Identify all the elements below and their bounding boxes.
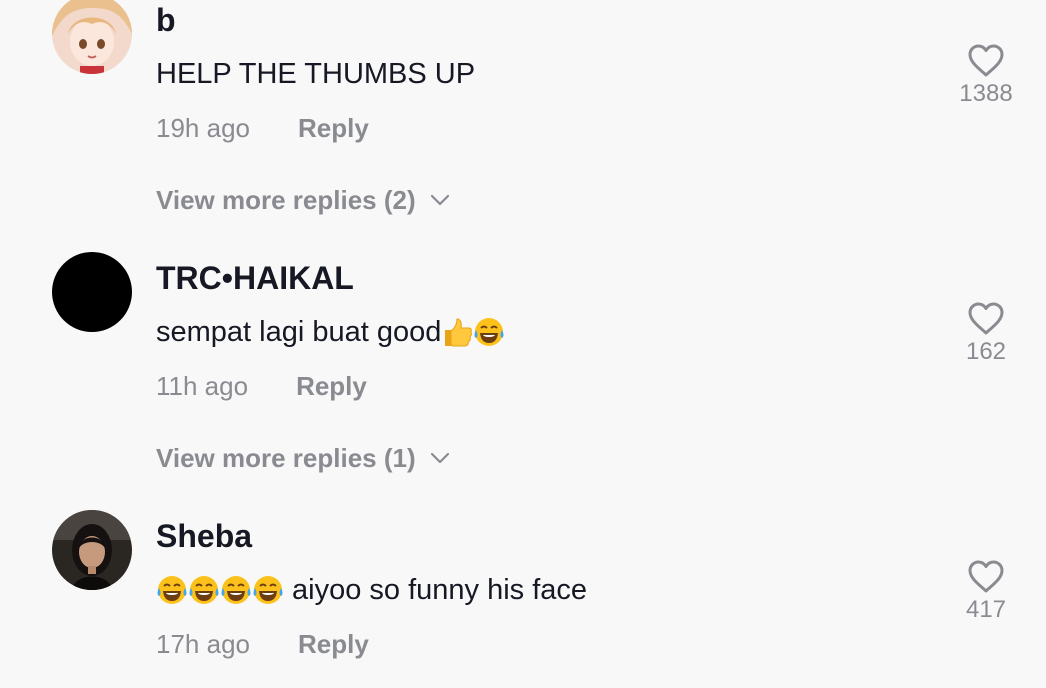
like-count: 1388	[959, 80, 1013, 107]
view-more-label: View more replies (1)	[156, 442, 416, 473]
tears-of-joy-emoji	[157, 576, 187, 604]
view-more-replies-button[interactable]: View more replies (2)	[156, 182, 450, 218]
comment-text-content: aiyoo so funny his face	[292, 573, 588, 606]
tears-of-joy-emoji	[253, 576, 283, 604]
username[interactable]: Sheba	[156, 518, 252, 555]
username[interactable]: TRC•HAIKAL	[156, 260, 354, 297]
thumbs-up-emoji	[445, 318, 473, 347]
avatar[interactable]	[52, 252, 132, 332]
tears-of-joy-emoji	[221, 576, 251, 604]
timestamp: 17h ago	[156, 628, 250, 659]
photo-avatar-image	[52, 510, 132, 590]
reply-button[interactable]: Reply	[298, 629, 369, 660]
comments-list: b HELP THE THUMBS UP 19h ago Reply View …	[0, 0, 1046, 688]
comment-meta: 19h ago Reply	[156, 110, 369, 146]
chevron-down-icon	[430, 194, 449, 206]
view-more-label: View more replies (2)	[156, 184, 416, 215]
tears-of-joy-emoji	[474, 318, 504, 346]
comment-meta: 11h ago Reply	[156, 368, 367, 404]
anime-avatar-image	[52, 0, 132, 74]
comment-text: aiyoo so funny his face	[156, 572, 587, 608]
heart-icon	[968, 44, 1004, 77]
comment-meta: 17h ago Reply	[156, 626, 369, 662]
like-count: 162	[965, 338, 1007, 365]
view-more-replies-button[interactable]: View more replies (1)	[156, 440, 450, 476]
comment-text: HELP THE THUMBS UP	[156, 57, 476, 90]
timestamp: 19h ago	[156, 112, 250, 143]
like-count: 417	[965, 596, 1007, 623]
comment-text-content: sempat lagi buat good	[156, 315, 442, 348]
timestamp: 11h ago	[156, 370, 249, 401]
like-button[interactable]: 417	[956, 560, 1016, 624]
avatar[interactable]	[52, 510, 132, 590]
username[interactable]: b	[156, 2, 176, 39]
chevron-down-icon	[430, 452, 449, 464]
tears-of-joy-emoji	[189, 576, 219, 604]
like-button[interactable]: 1388	[956, 44, 1016, 108]
comment-text: sempat lagi buat good	[156, 314, 505, 350]
reply-button[interactable]: Reply	[298, 113, 369, 144]
heart-icon	[968, 302, 1004, 335]
avatar[interactable]	[52, 0, 132, 74]
heart-icon	[968, 560, 1004, 593]
reply-button[interactable]: Reply	[296, 371, 367, 402]
like-button[interactable]: 162	[956, 302, 1016, 366]
